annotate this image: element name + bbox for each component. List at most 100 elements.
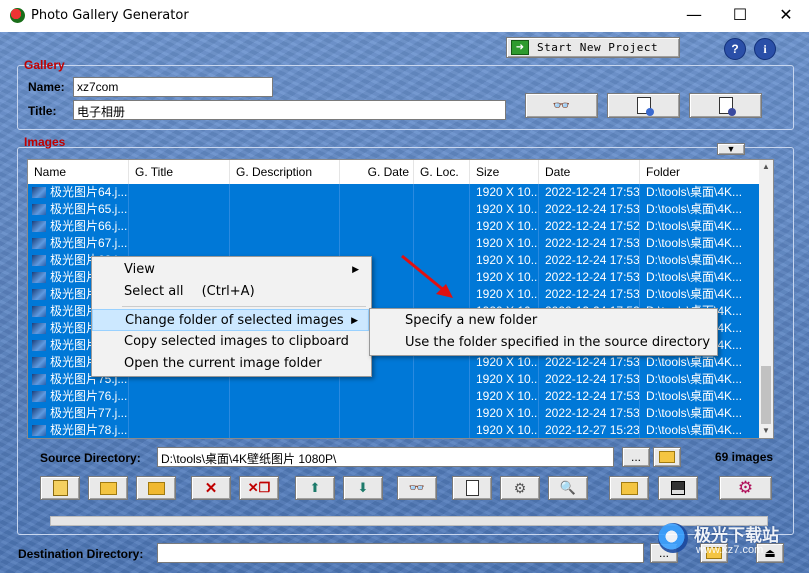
image-thumbnail-icon [32,357,46,368]
start-new-project-label: Start New Project [537,41,659,54]
watermark-line1: 极光下载站 [694,526,779,545]
cell-name-text: 极光图片66.j... [50,219,128,233]
move-down-button[interactable]: ⬇ [343,476,383,500]
image-thumbnail-icon [32,306,46,317]
menu-item-change-folder[interactable]: Change folder of selected images ▶ [92,309,369,331]
app-window: Photo Gallery Generator — ☐ ✕ ➜ Start Ne… [0,0,809,573]
document-icon [465,480,479,496]
maximize-button[interactable]: ☐ [717,0,763,32]
remove-image-button[interactable]: ✕ [191,476,231,500]
menu-item-open-folder-label: Open the current image folder [124,356,322,371]
cell-size: 1920 X 10... [470,371,539,388]
cell-date: 2022-12-24 17:53 [539,269,640,286]
add-folder-button[interactable] [136,476,176,500]
change-folder-submenu: Specify a new folder Use the folder spec… [369,308,718,356]
remove-copy-button[interactable]: ✕❐ [239,476,279,500]
column-header-date[interactable]: Date [539,160,640,184]
gallery-template-button[interactable] [689,93,762,118]
submenu-item-use-source-folder[interactable]: Use the folder specified in the source d… [370,332,715,354]
move-up-button[interactable]: ⬆ [295,476,335,500]
table-row[interactable]: 极光图片64.j... 1920 X 10... 2022-12-24 17:53 D… [28,184,761,201]
cell-folder: D:\tools\桌面\4K... [640,286,761,303]
gallery-settings-button[interactable] [607,93,680,118]
cell-size-text: 1920 X 10... [476,253,539,267]
image-count: 69 images [715,450,774,464]
column-header-gloc[interactable]: G. Loc. [414,160,470,184]
destination-directory-input[interactable] [157,543,644,563]
cell-folder-text: D:\tools\桌面\4K... [646,372,743,386]
cell-gdate [340,235,414,252]
search-button[interactable]: 🔍 [548,476,588,500]
start-new-project-button[interactable]: ➜ Start New Project [506,37,680,58]
preview-gallery-button[interactable]: 👓 [525,93,598,118]
cell-gloc [414,354,470,371]
minimize-button[interactable]: — [671,0,717,32]
table-row[interactable]: 极光图片66.j... 1920 X 10... 2022-12-24 17:52 D… [28,218,761,235]
cell-gloc [414,405,470,422]
cell-size: 1920 X 10... [470,405,539,422]
cell-folder: D:\tools\桌面\4K... [640,422,761,438]
menu-item-copy-clipboard[interactable]: Copy selected images to clipboard [92,331,369,353]
help-button[interactable]: ? [724,38,746,60]
cell-gtitle [129,422,230,438]
cell-size: 1920 X 10... [470,235,539,252]
image-settings-button[interactable]: ⚙ [500,476,540,500]
open-project-button[interactable] [609,476,649,500]
scroll-up-arrow-icon[interactable]: ▲ [759,160,773,174]
menu-item-open-folder[interactable]: Open the current image folder [92,353,369,375]
source-open-folder-button[interactable] [653,447,681,467]
column-header-gdescription[interactable]: G. Description [230,160,340,184]
column-header-folder[interactable]: Folder [640,160,761,184]
table-row[interactable]: 极光图片65.j... 1920 X 10... 2022-12-24 17:53 D… [28,201,761,218]
close-button[interactable]: ✕ [763,0,809,32]
table-row[interactable]: 极光图片77.j... 1920 X 10... 2022-12-24 17:53 D… [28,405,761,422]
cell-gloc [414,388,470,405]
info-icon: i [763,42,767,56]
open-project-icon [620,481,638,495]
column-header-size[interactable]: Size [470,160,539,184]
images-section-label: Images [24,135,66,149]
images-options-dropdown[interactable]: ▼ [717,143,745,155]
source-directory-label: Source Directory: [40,451,141,465]
cell-date: 2022-12-24 17:53 [539,252,640,269]
gallery-title-input[interactable]: 电子相册 [73,100,506,120]
list-vertical-scrollbar[interactable]: ▲ ▼ [759,160,773,438]
cell-date-text: 2022-12-24 17:52 [545,219,640,233]
generate-gallery-button[interactable]: ⚙ [719,476,772,500]
view-image-button[interactable]: 👓 [397,476,437,500]
cell-folder: D:\tools\桌面\4K... [640,371,761,388]
column-header-gdate[interactable]: G. Date [340,160,414,184]
menu-item-view[interactable]: View ▶ [92,259,369,281]
source-directory-input[interactable]: D:\tools\桌面\4K壁纸图片 1080P\ [157,447,614,467]
table-row[interactable]: 极光图片78.j... 1920 X 10... 2022-12-27 15:23 D… [28,422,761,438]
image-thumbnail-icon [32,340,46,351]
info-button[interactable]: i [754,38,776,60]
cell-size: 1920 X 10... [470,201,539,218]
add-images-button[interactable] [40,476,80,500]
table-row[interactable]: 极光图片67.j... 1920 X 10... 2022-12-24 17:53 D… [28,235,761,252]
open-folder-button[interactable] [88,476,128,500]
source-browse-button[interactable]: ... [622,447,650,467]
menu-item-select-all[interactable]: Select all (Ctrl+A) [92,281,369,303]
menu-item-copy-clipboard-label: Copy selected images to clipboard [124,334,349,349]
image-properties-button[interactable] [452,476,492,500]
scroll-down-arrow-icon[interactable]: ▼ [759,424,773,438]
cell-date: 2022-12-24 17:53 [539,388,640,405]
cell-name-text: 极光图片76.j... [50,389,128,403]
cell-gdate [340,405,414,422]
cell-folder: D:\tools\桌面\4K... [640,235,761,252]
scroll-thumb[interactable] [761,366,771,424]
submenu-item-specify-new-folder[interactable]: Specify a new folder [370,310,715,332]
cell-date: 2022-12-24 17:53 [539,286,640,303]
column-header-gtitle[interactable]: G. Title [129,160,230,184]
gallery-name-input[interactable]: xz7com [73,77,273,97]
image-thumbnail-icon [32,255,46,266]
column-header-name[interactable]: Name [28,160,129,184]
image-thumbnail-icon [32,272,46,283]
arrow-right-icon: ➜ [511,40,529,55]
cell-size-text: 1920 X 10... [476,389,539,403]
cell-folder-text: D:\tools\桌面\4K... [646,185,743,199]
table-row[interactable]: 极光图片76.j... 1920 X 10... 2022-12-24 17:53 D… [28,388,761,405]
cell-date-text: 2022-12-24 17:53 [545,270,640,284]
save-project-button[interactable] [658,476,698,500]
